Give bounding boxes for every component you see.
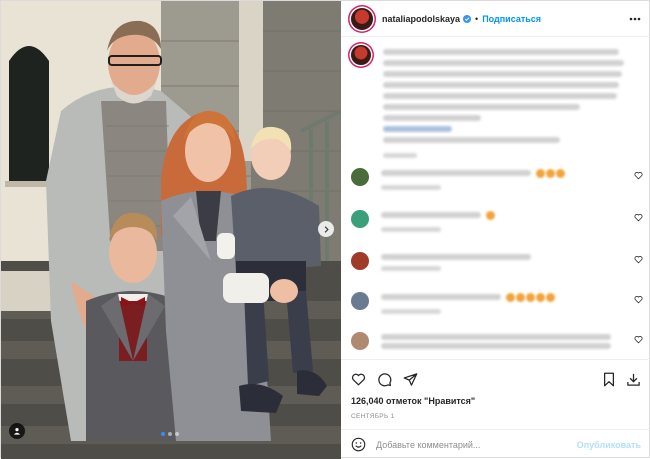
comments-list[interactable] <box>341 37 650 357</box>
post-header: nataliapodolskaya • Подписаться <box>341 1 650 37</box>
comment-text <box>381 251 619 271</box>
comment-item <box>341 291 650 314</box>
emoji-icon[interactable] <box>351 437 366 452</box>
carousel-next-button[interactable] <box>318 221 334 237</box>
comment-item <box>341 167 650 190</box>
tagged-users-button[interactable] <box>9 423 25 439</box>
save-icon[interactable] <box>626 372 641 387</box>
avatar[interactable] <box>351 332 369 350</box>
carousel-dot <box>168 432 172 436</box>
heart-icon[interactable] <box>634 335 643 344</box>
carousel-indicator <box>161 432 179 436</box>
carousel-dot <box>161 432 165 436</box>
carousel-dot <box>175 432 179 436</box>
heart-icon[interactable] <box>351 372 366 387</box>
post-date: СЕНТЯБРЬ 1 <box>351 413 395 420</box>
avatar[interactable] <box>351 252 369 270</box>
action-bar <box>341 360 650 390</box>
chevron-right-icon <box>324 225 329 233</box>
avatar[interactable] <box>351 292 369 310</box>
family-photo <box>1 1 341 459</box>
publish-button[interactable]: Опубликовать <box>577 440 641 450</box>
separator: • <box>475 13 479 24</box>
comment-text <box>381 167 619 190</box>
comment-item <box>341 209 650 232</box>
comment-text <box>381 331 619 352</box>
comment-input[interactable] <box>376 439 566 450</box>
post-photo[interactable] <box>1 1 341 459</box>
follow-button[interactable]: Подписаться <box>482 14 541 24</box>
comment-text <box>381 291 619 314</box>
heart-icon[interactable] <box>634 295 643 304</box>
heart-icon[interactable] <box>634 213 643 222</box>
heart-icon[interactable] <box>634 255 643 264</box>
comment-item <box>341 251 650 271</box>
avatar[interactable] <box>351 210 369 228</box>
heart-icon[interactable] <box>634 171 643 180</box>
bookmark-icon[interactable] <box>602 372 616 387</box>
comment-text <box>381 209 619 232</box>
avatar[interactable] <box>351 168 369 186</box>
verified-icon <box>463 14 472 23</box>
comment-icon[interactable] <box>377 372 392 387</box>
caption-text <box>383 45 629 158</box>
username[interactable]: nataliapodolskaya <box>382 14 460 24</box>
share-icon[interactable] <box>403 372 418 387</box>
likes-count[interactable]: 126,040 отметок "Нравится" <box>341 390 650 406</box>
post-details: nataliapodolskaya • Подписаться 126,040 … <box>341 1 650 459</box>
comment-composer: Опубликовать <box>341 429 650 459</box>
post-window: nataliapodolskaya • Подписаться 126,040 … <box>0 0 650 459</box>
avatar[interactable] <box>351 7 373 30</box>
avatar[interactable] <box>351 45 371 65</box>
post-caption <box>341 37 650 158</box>
comment-item <box>341 331 650 352</box>
more-icon[interactable] <box>629 17 641 21</box>
tag-user-icon <box>13 428 21 435</box>
post-actions: 126,040 отметок "Нравится" СЕНТЯБРЬ 1 Оп… <box>341 359 650 459</box>
